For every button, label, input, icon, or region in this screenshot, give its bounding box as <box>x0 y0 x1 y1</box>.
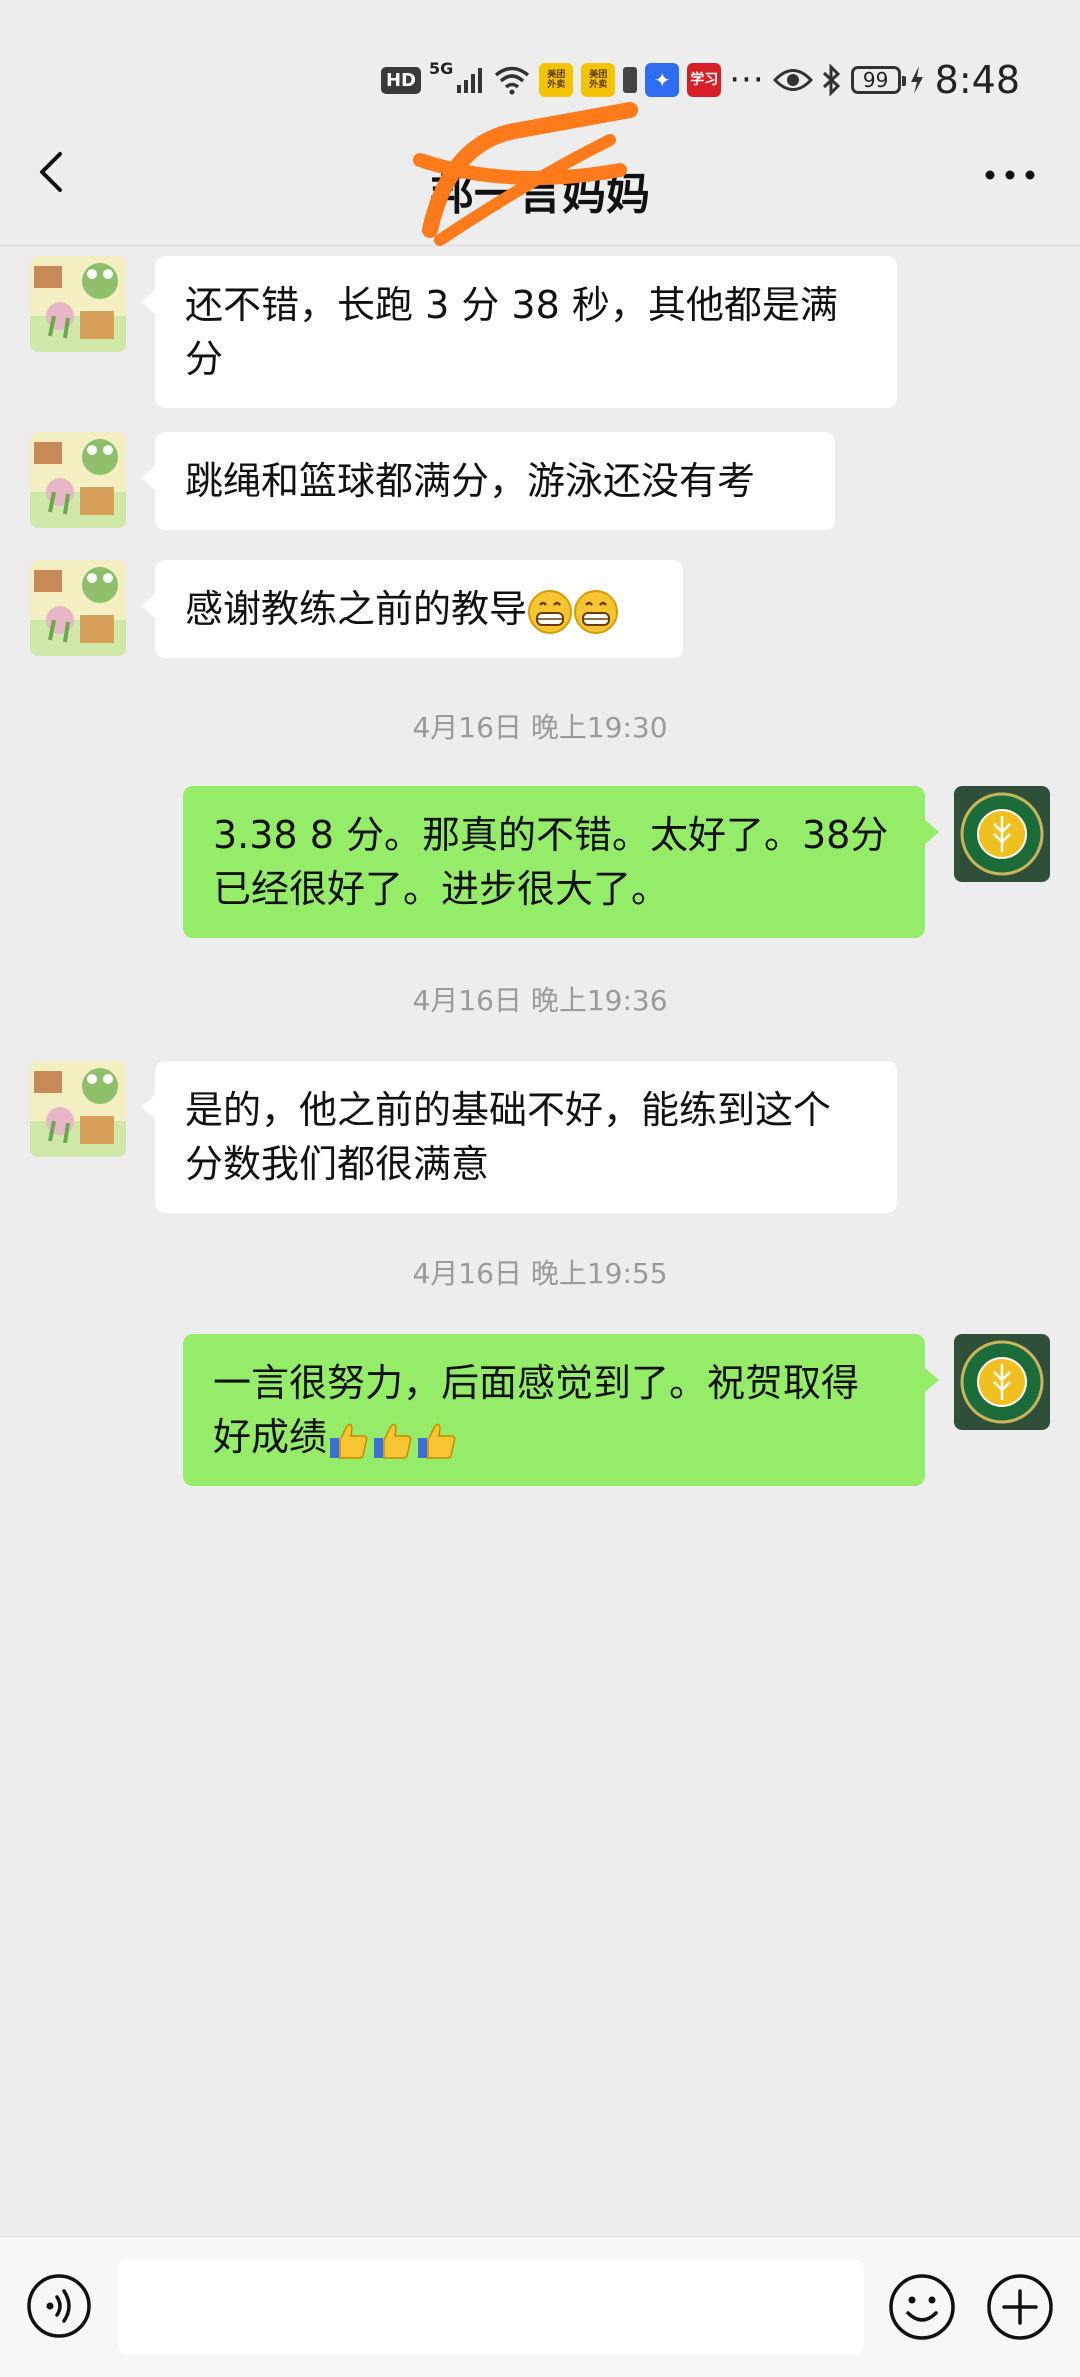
emblem-avatar-image <box>954 1334 1050 1430</box>
clock: 8:48 <box>934 58 1020 102</box>
message-bubble[interactable]: 还不错，长跑 3 分 38 秒，其他都是满分 <box>141 256 897 408</box>
more-dots-icon <box>985 170 1035 180</box>
lightbulb-app-icon: ✦ <box>645 63 680 97</box>
message-input[interactable] <box>118 2259 864 2355</box>
contact-avatar[interactable] <box>30 432 126 528</box>
message-text: 一言很努力，后面感觉到了。祝贺取得好成绩 <box>213 1361 860 1459</box>
my-avatar[interactable] <box>954 786 1050 882</box>
contact-avatar[interactable] <box>30 1061 126 1157</box>
plant-avatar-image <box>30 560 126 656</box>
redaction-scribble <box>413 102 638 246</box>
bluetooth-icon <box>822 64 840 96</box>
voice-icon <box>27 2274 91 2338</box>
thumbs-up-icon <box>330 1423 368 1459</box>
thumbs-up-icon <box>374 1423 412 1459</box>
message-bubble[interactable]: 跳绳和篮球都满分，游泳还没有考 <box>141 432 835 530</box>
network-type: 5G <box>428 58 454 78</box>
my-avatar[interactable] <box>954 1334 1050 1430</box>
message-bubble[interactable]: 是的，他之前的基础不好，能练到这个分数我们都很满意 <box>141 1061 897 1213</box>
eye-icon <box>772 69 813 91</box>
contact-avatar[interactable] <box>30 256 126 352</box>
emoji-button[interactable] <box>888 2273 956 2341</box>
wifi-icon <box>495 66 530 95</box>
plant-avatar-image <box>30 1061 126 1157</box>
emblem-avatar-image <box>954 786 1050 882</box>
input-bar <box>0 2236 1080 2377</box>
hd-indicator: HD <box>380 66 421 94</box>
message-timestamp: 4月16日 晚上19:30 <box>412 711 668 744</box>
thumbs-up-icon <box>418 1423 456 1459</box>
chat-area[interactable]: 还不错，长跑 3 分 38 秒，其他都是满分 跳绳和篮球都满分，游泳还没有考 感… <box>0 246 1080 2236</box>
small-battery-icon <box>623 67 638 93</box>
meituan-app-icon: 美团 外卖 <box>539 63 574 97</box>
message-bubble[interactable]: 3.38 8 分。那真的不错。太好了。38分已经很好了。进步很大了。 <box>183 786 939 938</box>
message-text: 感谢教练之前的教导 <box>185 587 528 631</box>
message-bubble[interactable]: 一言很努力，后面感觉到了。祝贺取得好成绩 <box>183 1334 939 1486</box>
plant-avatar-image <box>30 256 126 352</box>
more-notifications-icon: ··· <box>729 60 765 100</box>
plus-icon <box>987 2274 1053 2340</box>
more-options-button[interactable] <box>980 160 1040 190</box>
grinning-emoji-icon <box>528 589 573 634</box>
message-timestamp: 4月16日 晚上19:55 <box>412 1257 668 1290</box>
grinning-emoji-icon <box>574 589 619 634</box>
message-timestamp: 4月16日 晚上19:36 <box>412 984 668 1017</box>
signal-icon <box>457 68 483 93</box>
plant-avatar-image <box>30 432 126 528</box>
contact-avatar[interactable] <box>30 560 126 656</box>
plus-button[interactable] <box>986 2273 1054 2341</box>
study-app-icon: 学习 <box>687 63 722 97</box>
meituan-app-icon-2: 美团 外卖 <box>581 63 616 97</box>
message-bubble[interactable]: 感谢教练之前的教导 <box>141 560 683 658</box>
emoji-icon <box>889 2274 955 2340</box>
charging-icon <box>910 66 923 94</box>
battery-icon: 99 <box>850 66 906 94</box>
chat-header: 邦一言妈妈 <box>0 100 1080 246</box>
voice-button[interactable] <box>26 2273 92 2339</box>
status-icons: HD 5G 美团 外卖 美团 外卖 ✦ 学习 ··· 99 8:48 <box>380 58 1020 102</box>
